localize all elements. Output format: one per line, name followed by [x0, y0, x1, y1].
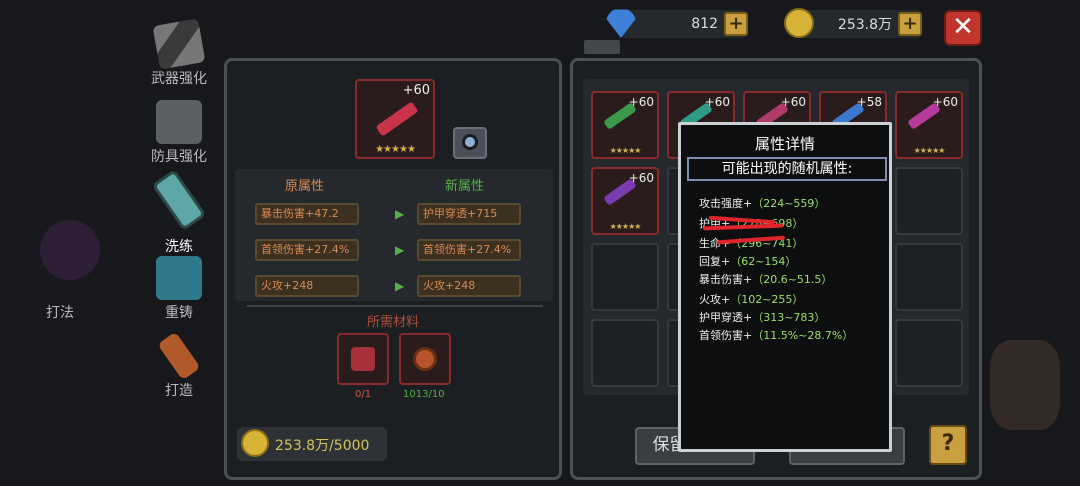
- stat-line: 回复+（62~154）: [699, 253, 796, 269]
- cost-display: 253.8万/5000: [237, 427, 387, 461]
- menu-label: 防具强化: [151, 149, 207, 165]
- item-stars: ★★★★★: [913, 146, 946, 155]
- gem-amount: 812: [691, 16, 718, 32]
- material-slot-1[interactable]: [337, 333, 389, 385]
- inventory-item-5[interactable]: +60 ★★★★★: [895, 91, 963, 159]
- menu-refine[interactable]: 洗练: [144, 169, 214, 256]
- empty-slot[interactable]: [591, 319, 659, 387]
- tab-tag: [584, 40, 620, 54]
- refine-panel: +60 ★★★★★ 原属性 新属性 暴击伤害+47.2 首领伤害+27.4% 火…: [224, 58, 562, 480]
- arrow-icon: ▶: [395, 207, 405, 221]
- menu-label: 洗练: [165, 239, 193, 255]
- magnifier-icon: [462, 134, 478, 150]
- popup-subtitle: 可能出现的随机属性:: [687, 157, 887, 181]
- stat-line: 暴击伤害+（20.6~51.5）: [699, 271, 832, 287]
- item-level: +60: [704, 95, 730, 109]
- item-stars: ★★★★★: [375, 144, 416, 155]
- stat-line: 护甲穿透+（313~783）: [699, 309, 825, 325]
- stat-range: （20.6~51.5）: [752, 273, 833, 286]
- original-attr-1: 暴击伤害+47.2: [255, 203, 359, 225]
- inspect-button[interactable]: [453, 127, 487, 159]
- stat-range: （11.5%~28.7%）: [752, 329, 854, 342]
- menu-label: 打造: [165, 383, 193, 399]
- armor-material-icon: [351, 347, 375, 371]
- stat-name: 护甲穿透+: [699, 311, 753, 324]
- empty-slot[interactable]: [895, 167, 963, 235]
- material-count-2: 1013/10: [403, 389, 445, 400]
- stat-line: 首领伤害+（11.5%~28.7%）: [699, 327, 853, 343]
- weapon-icon: [375, 101, 419, 137]
- inventory-item-6[interactable]: +60 ★★★★★: [591, 167, 659, 235]
- forge-icon: [157, 331, 201, 381]
- new-attr-1: 护甲穿透+715: [417, 203, 521, 225]
- menu-weapon-upgrade[interactable]: 武器强化: [144, 18, 214, 88]
- stat-name: 暴击伤害+: [699, 273, 753, 286]
- sword-upgrade-icon: [152, 18, 206, 70]
- empty-slot[interactable]: [895, 319, 963, 387]
- stat-range: （62~154）: [730, 255, 797, 268]
- divider: [247, 305, 543, 307]
- gold-counter: 253.8万 +: [784, 8, 922, 38]
- item-level: +58: [856, 95, 882, 109]
- coin-icon: [241, 429, 269, 457]
- materials-title: 所需材料: [367, 315, 420, 330]
- item-level: +60: [628, 171, 654, 185]
- item-level: +60: [402, 83, 430, 98]
- stat-name: 攻击强度+: [699, 197, 753, 210]
- stat-range: （313~783）: [752, 311, 826, 324]
- stat-range: （224~559）: [752, 197, 826, 210]
- cost-text: 253.8万/5000: [275, 438, 370, 454]
- empty-slot[interactable]: [895, 243, 963, 311]
- gem-counter: 812 +: [606, 9, 748, 38]
- menu-label: 重铸: [165, 305, 193, 321]
- original-attr-3: 火攻+248: [255, 275, 359, 297]
- stat-name: 回复+: [699, 255, 731, 268]
- menu-armor-upgrade[interactable]: 防具强化: [144, 100, 214, 166]
- original-attrs-title: 原属性: [285, 179, 325, 194]
- stat-name: 首领伤害+: [699, 329, 753, 342]
- gem-icon: [606, 9, 636, 38]
- arrow-icon: ▶: [395, 243, 405, 257]
- selected-item-slot[interactable]: +60 ★★★★★: [355, 79, 435, 159]
- stat-line: 攻击强度+（224~559）: [699, 195, 825, 211]
- new-attrs-title: 新属性: [445, 179, 485, 194]
- item-stars: ★★★★★: [609, 222, 642, 231]
- left-edge-text: 打法: [46, 305, 74, 321]
- item-level: +60: [780, 95, 806, 109]
- add-gems-button[interactable]: +: [724, 12, 748, 36]
- attribute-detail-popup: 属性详情 可能出现的随机属性: 攻击强度+（224~559） 护甲+（278~6…: [678, 122, 892, 452]
- stat-name: 火攻+: [699, 293, 731, 306]
- armor-upgrade-icon: [156, 100, 202, 144]
- menu-recast[interactable]: 重铸: [144, 256, 214, 322]
- popup-title: 属性详情: [754, 135, 815, 153]
- refine-icon: [151, 169, 207, 231]
- recast-icon: [156, 256, 202, 300]
- attributes-area: 原属性 新属性 暴击伤害+47.2 首领伤害+27.4% 火攻+248 ▶ ▶ …: [235, 169, 553, 301]
- arrow-icon: ▶: [395, 279, 405, 293]
- material-slot-2[interactable]: [399, 333, 451, 385]
- original-attr-2: 首领伤害+27.4%: [255, 239, 359, 261]
- empty-slot[interactable]: [591, 243, 659, 311]
- add-gold-button[interactable]: +: [898, 12, 922, 36]
- new-attr-2: 首领伤害+27.4%: [417, 239, 521, 261]
- new-attr-3: 火攻+248: [417, 275, 521, 297]
- stat-range: （102~255）: [730, 293, 804, 306]
- close-button[interactable]: ✕: [944, 10, 982, 46]
- coin-icon: [784, 8, 814, 38]
- material-count-1: 0/1: [355, 389, 372, 400]
- background-character-right: [990, 340, 1060, 430]
- stat-line: 火攻+（102~255）: [699, 291, 803, 307]
- refine-stone-icon: [413, 347, 437, 371]
- menu-forge[interactable]: 打造: [144, 331, 214, 400]
- help-button[interactable]: ?: [929, 425, 967, 465]
- item-level: +60: [628, 95, 654, 109]
- item-level: +60: [932, 95, 958, 109]
- inventory-item-1[interactable]: +60 ★★★★★: [591, 91, 659, 159]
- item-stars: ★★★★★: [609, 146, 642, 155]
- background-creature-left: [40, 220, 100, 280]
- menu-label: 武器强化: [151, 71, 207, 87]
